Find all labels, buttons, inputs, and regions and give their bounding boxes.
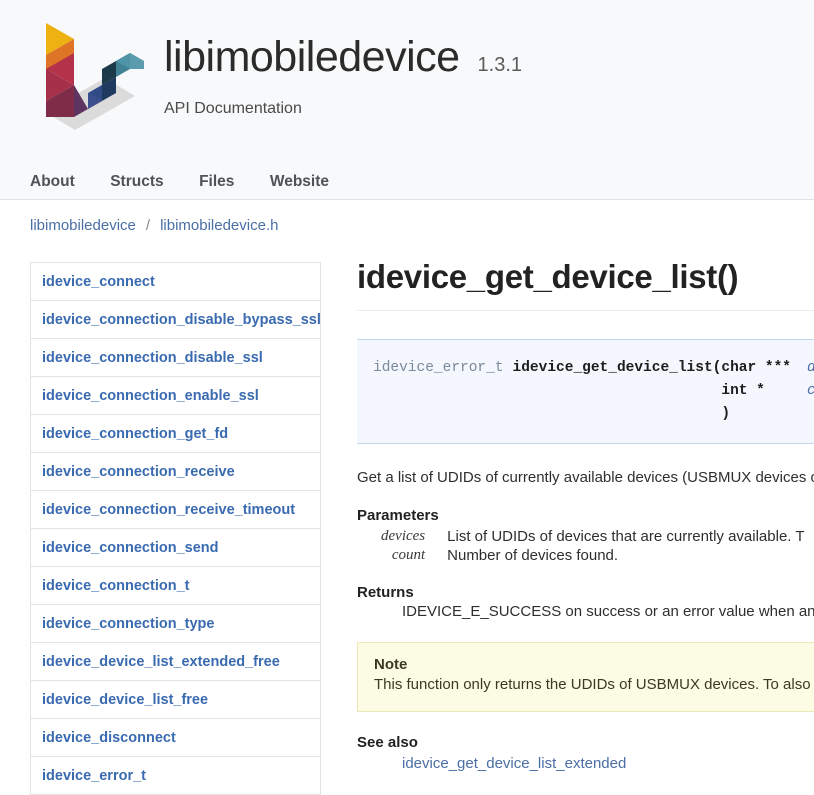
function-title: idevice_get_device_list() — [357, 258, 814, 311]
breadcrumb-separator: / — [145, 217, 151, 234]
parameter-name-count: count — [391, 547, 426, 563]
returns-heading: Returns — [357, 584, 414, 601]
note-text: This function only returns the UDIDs of … — [374, 676, 814, 693]
main-content: idevice_get_device_list() idevice_error_… — [357, 258, 814, 773]
sidebar-item-idevice-error-t[interactable]: idevice_error_t — [31, 757, 320, 795]
page-title: libimobiledevice — [164, 33, 460, 81]
breadcrumb-item-root[interactable]: libimobiledevice — [30, 217, 136, 234]
table-row: devices List of UDIDs of devices that ar… — [381, 527, 805, 546]
parameters-table: devices List of UDIDs of devices that ar… — [381, 527, 805, 565]
seealso-link-idevice-get-device-list-extended[interactable]: idevice_get_device_list_extended — [402, 755, 626, 772]
signature-close-paren: ) — [721, 406, 731, 422]
signature-param-type-0: char *** — [721, 360, 791, 376]
parameter-desc-devices: List of UDIDs of devices that are curren… — [447, 528, 805, 545]
parameter-desc-count: Number of devices found. — [447, 547, 619, 564]
signature-return-type: idevice_error_t — [373, 360, 504, 376]
product-title-block: libimobiledevice 1.3.1 — [164, 36, 522, 79]
breadcrumb-item-file[interactable]: libimobiledevice.h — [160, 217, 278, 234]
nav-item-about[interactable]: About — [30, 163, 75, 200]
signature-param-name-1: count — [791, 383, 814, 399]
sidebar-item-idevice-disconnect[interactable]: idevice_disconnect — [31, 719, 320, 757]
sidebar-item-idevice-connection-enable-ssl[interactable]: idevice_connection_enable_ssl — [31, 377, 320, 415]
breadcrumb: libimobiledevice / libimobiledevice.h — [0, 200, 814, 252]
sidebar-item-idevice-device-list-free[interactable]: idevice_device_list_free — [31, 681, 320, 719]
nav-item-structs[interactable]: Structs — [110, 163, 163, 200]
sidebar-item-idevice-connection-disable-ssl[interactable]: idevice_connection_disable_ssl — [31, 339, 320, 377]
table-row: count Number of devices found. — [381, 546, 805, 565]
signature-param-name-0: devices — [791, 360, 814, 376]
sidebar-item-idevice-connection-get-fd[interactable]: idevice_connection_get_fd — [31, 415, 320, 453]
sidebar-item-idevice-connection-receive[interactable]: idevice_connection_receive — [31, 453, 320, 491]
sidebar-item-idevice-connect[interactable]: idevice_connect — [31, 263, 320, 301]
libimobiledevice-logo — [28, 12, 146, 134]
sidebar-item-idevice-connection-send[interactable]: idevice_connection_send — [31, 529, 320, 567]
seealso-heading: See also — [357, 734, 418, 751]
parameter-name-devices: devices — [381, 528, 426, 544]
function-signature-block: idevice_error_t idevice_get_device_list( … — [357, 339, 814, 444]
nav-item-website[interactable]: Website — [270, 163, 329, 200]
note-callout: Note This function only returns the UDID… — [357, 642, 814, 712]
sidebar-item-idevice-connection-disable-bypass-ssl[interactable]: idevice_connection_disable_bypass_ssl — [31, 301, 320, 339]
nav-item-files[interactable]: Files — [199, 163, 234, 200]
sidebar-item-idevice-connection-t[interactable]: idevice_connection_t — [31, 567, 320, 605]
function-description: Get a list of UDIDs of currently availab… — [357, 469, 814, 486]
brand-row: libimobiledevice 1.3.1 API Documentation — [0, 0, 814, 160]
main-navigation: About Structs Files Website — [0, 163, 814, 200]
note-title: Note — [374, 656, 408, 673]
signature-table: idevice_error_t idevice_get_device_list( … — [373, 357, 814, 426]
sidebar-item-idevice-connection-type[interactable]: idevice_connection_type — [31, 605, 320, 643]
version-label: 1.3.1 — [477, 54, 523, 76]
sidebar-item-idevice-device-list-extended-free[interactable]: idevice_device_list_extended_free — [31, 643, 320, 681]
signature-param-type-1: int * — [721, 383, 765, 399]
sidebar-symbol-list: idevice_connect idevice_connection_disab… — [30, 262, 321, 795]
sidebar-item-idevice-connection-receive-timeout[interactable]: idevice_connection_receive_timeout — [31, 491, 320, 529]
signature-function-name: idevice_get_device_list — [512, 360, 713, 376]
seealso-body: idevice_get_device_list_extended — [402, 755, 814, 773]
product-subtitle: API Documentation — [164, 100, 302, 117]
parameters-heading: Parameters — [357, 507, 439, 524]
site-header: libimobiledevice 1.3.1 API Documentation … — [0, 0, 814, 200]
signature-open-paren: ( — [712, 360, 722, 376]
returns-text: IDEVICE_E_SUCCESS on success or an error… — [402, 603, 814, 620]
signature-row: idevice_error_t idevice_get_device_list( … — [373, 357, 814, 380]
signature-row: ) — [373, 403, 814, 426]
signature-row: int * count — [373, 380, 814, 403]
